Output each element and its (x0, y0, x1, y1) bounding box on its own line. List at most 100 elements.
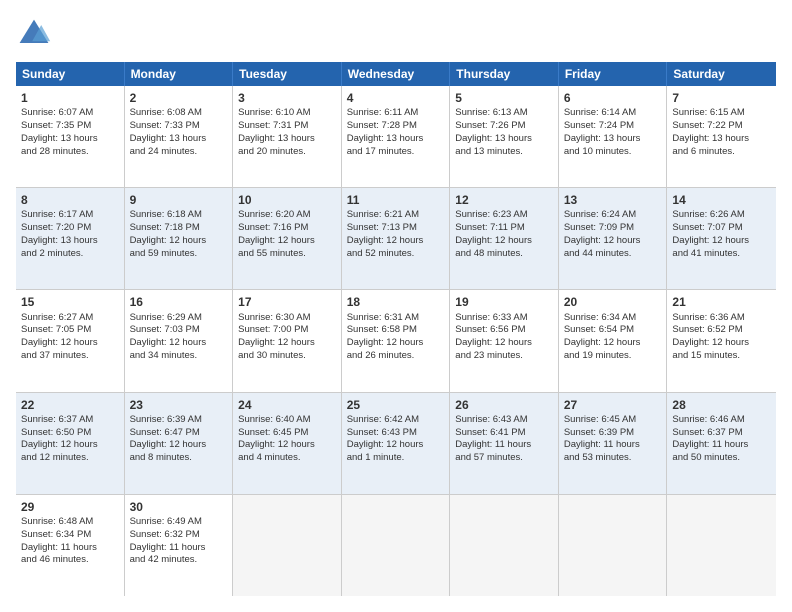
empty-cell (559, 495, 668, 596)
day-info-line: Sunset: 7:13 PM (347, 222, 445, 235)
day-number: 14 (672, 192, 771, 208)
day-info-line: Daylight: 11 hours (672, 439, 771, 452)
day-info-line: Sunset: 6:58 PM (347, 324, 445, 337)
day-info-line: Sunset: 6:32 PM (130, 529, 228, 542)
day-info-line: Daylight: 11 hours (21, 542, 119, 555)
day-cell-14: 14Sunrise: 6:26 AMSunset: 7:07 PMDayligh… (667, 188, 776, 289)
day-info-line: and 15 minutes. (672, 350, 771, 363)
day-info-line: Sunrise: 6:23 AM (455, 209, 553, 222)
day-number: 21 (672, 294, 771, 310)
day-number: 12 (455, 192, 553, 208)
day-info-line: Sunset: 7:31 PM (238, 120, 336, 133)
day-cell-10: 10Sunrise: 6:20 AMSunset: 7:16 PMDayligh… (233, 188, 342, 289)
day-cell-8: 8Sunrise: 6:17 AMSunset: 7:20 PMDaylight… (16, 188, 125, 289)
day-info-line: and 46 minutes. (21, 554, 119, 567)
day-info-line: Sunset: 6:39 PM (564, 427, 662, 440)
day-cell-3: 3Sunrise: 6:10 AMSunset: 7:31 PMDaylight… (233, 86, 342, 187)
day-info-line: Daylight: 12 hours (238, 337, 336, 350)
header-day-friday: Friday (559, 62, 668, 86)
day-info-line: Sunrise: 6:27 AM (21, 312, 119, 325)
day-info-line: Sunset: 7:07 PM (672, 222, 771, 235)
day-number: 24 (238, 397, 336, 413)
week-row-2: 15Sunrise: 6:27 AMSunset: 7:05 PMDayligh… (16, 290, 776, 392)
day-cell-29: 29Sunrise: 6:48 AMSunset: 6:34 PMDayligh… (16, 495, 125, 596)
day-info-line: Sunset: 6:47 PM (130, 427, 228, 440)
calendar-header: SundayMondayTuesdayWednesdayThursdayFrid… (16, 62, 776, 86)
day-cell-9: 9Sunrise: 6:18 AMSunset: 7:18 PMDaylight… (125, 188, 234, 289)
day-info-line: and 8 minutes. (130, 452, 228, 465)
day-info-line: Daylight: 12 hours (347, 439, 445, 452)
day-cell-26: 26Sunrise: 6:43 AMSunset: 6:41 PMDayligh… (450, 393, 559, 494)
page: SundayMondayTuesdayWednesdayThursdayFrid… (0, 0, 792, 612)
day-info-line: Sunset: 6:34 PM (21, 529, 119, 542)
day-info-line: Daylight: 13 hours (21, 235, 119, 248)
day-info-line: Sunset: 7:16 PM (238, 222, 336, 235)
day-info-line: Sunrise: 6:21 AM (347, 209, 445, 222)
day-info-line: and 19 minutes. (564, 350, 662, 363)
day-info-line: Sunrise: 6:17 AM (21, 209, 119, 222)
empty-cell (450, 495, 559, 596)
day-number: 3 (238, 90, 336, 106)
day-number: 20 (564, 294, 662, 310)
day-info-line: Daylight: 13 hours (238, 133, 336, 146)
day-info-line: and 1 minute. (347, 452, 445, 465)
day-info-line: Sunrise: 6:43 AM (455, 414, 553, 427)
day-info-line: Sunrise: 6:40 AM (238, 414, 336, 427)
day-info-line: and 28 minutes. (21, 146, 119, 159)
day-number: 11 (347, 192, 445, 208)
day-info-line: Sunset: 7:24 PM (564, 120, 662, 133)
day-number: 26 (455, 397, 553, 413)
calendar-body: 1Sunrise: 6:07 AMSunset: 7:35 PMDaylight… (16, 86, 776, 596)
day-info-line: and 55 minutes. (238, 248, 336, 261)
day-cell-1: 1Sunrise: 6:07 AMSunset: 7:35 PMDaylight… (16, 86, 125, 187)
day-info-line: and 13 minutes. (455, 146, 553, 159)
day-info-line: Sunrise: 6:46 AM (672, 414, 771, 427)
day-info-line: Sunrise: 6:13 AM (455, 107, 553, 120)
day-info-line: and 17 minutes. (347, 146, 445, 159)
day-info-line: Sunrise: 6:26 AM (672, 209, 771, 222)
day-info-line: Sunrise: 6:11 AM (347, 107, 445, 120)
day-info-line: Daylight: 12 hours (564, 235, 662, 248)
day-number: 17 (238, 294, 336, 310)
calendar: SundayMondayTuesdayWednesdayThursdayFrid… (16, 62, 776, 596)
day-number: 22 (21, 397, 119, 413)
day-info-line: Sunrise: 6:14 AM (564, 107, 662, 120)
day-cell-17: 17Sunrise: 6:30 AMSunset: 7:00 PMDayligh… (233, 290, 342, 391)
day-info-line: and 34 minutes. (130, 350, 228, 363)
day-cell-13: 13Sunrise: 6:24 AMSunset: 7:09 PMDayligh… (559, 188, 668, 289)
day-info-line: Sunrise: 6:10 AM (238, 107, 336, 120)
day-info-line: Sunset: 6:52 PM (672, 324, 771, 337)
header-day-tuesday: Tuesday (233, 62, 342, 86)
day-cell-20: 20Sunrise: 6:34 AMSunset: 6:54 PMDayligh… (559, 290, 668, 391)
day-info-line: Daylight: 13 hours (347, 133, 445, 146)
day-info-line: Daylight: 12 hours (238, 235, 336, 248)
day-number: 2 (130, 90, 228, 106)
day-info-line: Daylight: 11 hours (564, 439, 662, 452)
day-info-line: Sunrise: 6:42 AM (347, 414, 445, 427)
day-cell-15: 15Sunrise: 6:27 AMSunset: 7:05 PMDayligh… (16, 290, 125, 391)
day-cell-12: 12Sunrise: 6:23 AMSunset: 7:11 PMDayligh… (450, 188, 559, 289)
logo (16, 16, 56, 52)
day-info-line: Daylight: 12 hours (21, 337, 119, 350)
day-number: 1 (21, 90, 119, 106)
day-info-line: Sunrise: 6:36 AM (672, 312, 771, 325)
day-info-line: Daylight: 12 hours (455, 337, 553, 350)
day-info-line: Sunrise: 6:39 AM (130, 414, 228, 427)
day-info-line: Daylight: 13 hours (564, 133, 662, 146)
day-info-line: Sunset: 7:03 PM (130, 324, 228, 337)
day-number: 27 (564, 397, 662, 413)
week-row-3: 22Sunrise: 6:37 AMSunset: 6:50 PMDayligh… (16, 393, 776, 495)
day-cell-7: 7Sunrise: 6:15 AMSunset: 7:22 PMDaylight… (667, 86, 776, 187)
day-cell-24: 24Sunrise: 6:40 AMSunset: 6:45 PMDayligh… (233, 393, 342, 494)
day-info-line: and 6 minutes. (672, 146, 771, 159)
day-info-line: and 24 minutes. (130, 146, 228, 159)
day-info-line: and 20 minutes. (238, 146, 336, 159)
day-info-line: Sunset: 7:00 PM (238, 324, 336, 337)
day-info-line: Sunset: 7:11 PM (455, 222, 553, 235)
day-info-line: Daylight: 12 hours (21, 439, 119, 452)
header-day-monday: Monday (125, 62, 234, 86)
day-info-line: Daylight: 12 hours (672, 337, 771, 350)
day-cell-28: 28Sunrise: 6:46 AMSunset: 6:37 PMDayligh… (667, 393, 776, 494)
week-row-1: 8Sunrise: 6:17 AMSunset: 7:20 PMDaylight… (16, 188, 776, 290)
day-info-line: Sunrise: 6:20 AM (238, 209, 336, 222)
